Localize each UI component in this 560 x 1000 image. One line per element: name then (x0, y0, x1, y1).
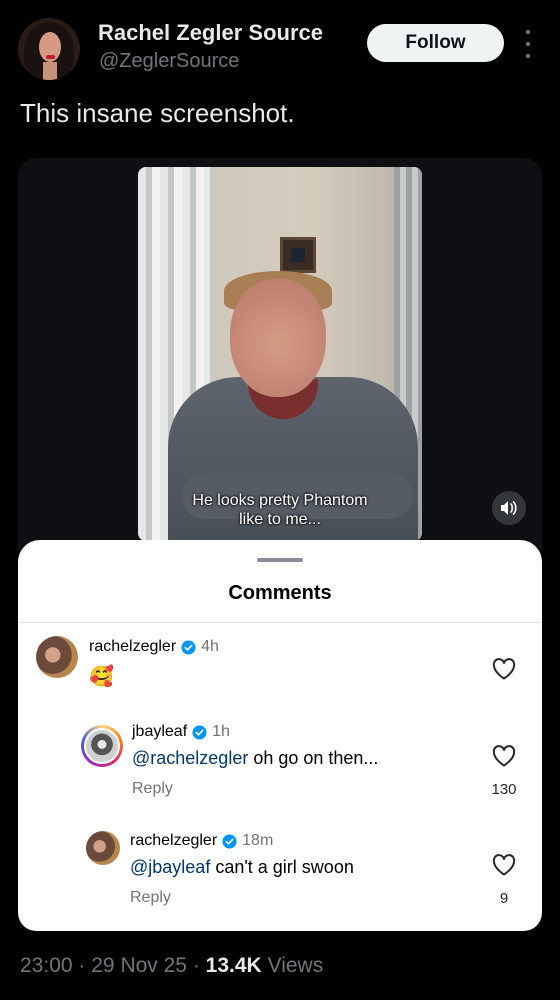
reply-button[interactable]: Reply (132, 780, 173, 798)
like-count: 130 (491, 781, 517, 798)
views-count[interactable]: 13.4K (206, 954, 262, 977)
display-name[interactable]: Rachel Zegler Source (98, 20, 323, 46)
comment-text: @jbayleaf can't a girl swoon (130, 857, 354, 877)
more-options-icon[interactable] (520, 30, 536, 58)
divider (18, 622, 542, 623)
wall-art (280, 237, 316, 273)
verified-badge-icon (192, 724, 207, 740)
like-heart-icon[interactable] (492, 854, 516, 876)
mention-link[interactable]: @jbayleaf (130, 857, 210, 877)
profile-avatar[interactable] (18, 18, 80, 80)
comment-username[interactable]: rachelzegler (130, 832, 217, 850)
like-heart-icon[interactable] (492, 745, 516, 767)
person-face (230, 279, 326, 397)
user-handle[interactable]: @ZeglerSource (99, 50, 239, 73)
commenter-avatar[interactable] (81, 725, 123, 767)
commenter-avatar[interactable] (86, 831, 120, 865)
drag-handle[interactable] (257, 558, 303, 562)
reply-button[interactable]: Reply (130, 889, 171, 907)
like-heart-icon[interactable] (492, 658, 516, 680)
follow-button[interactable]: Follow (367, 24, 504, 62)
mention-link[interactable]: @rachelzegler (132, 748, 248, 768)
comment-text: 🥰 (89, 666, 114, 688)
post-meta: 23:00 · 29 Nov 25 · 13.4K Views (20, 954, 324, 977)
comments-title: Comments (228, 582, 332, 604)
video-frame[interactable]: He looks pretty Phantom like to me... (138, 167, 422, 541)
comment-username[interactable]: rachelzegler (89, 638, 176, 656)
verified-badge-icon (181, 639, 196, 655)
post-media[interactable]: He looks pretty Phantom like to me... Co… (18, 158, 542, 931)
volume-icon[interactable] (492, 491, 526, 525)
comment-text: @rachelzegler oh go on then... (132, 748, 379, 768)
post-time[interactable]: 23:00 (20, 954, 73, 977)
post-text: This insane screenshot. (20, 98, 295, 128)
comments-sheet: Comments rachelzegler 4h 🥰 jbayleaf 1h @ (18, 540, 542, 931)
comment-time: 1h (212, 723, 230, 740)
like-count: 9 (499, 890, 509, 907)
views-label: Views (267, 954, 324, 977)
comment-time: 18m (242, 832, 274, 849)
verified-badge-icon (222, 833, 237, 849)
comment-time: 4h (201, 638, 219, 655)
commenter-avatar[interactable] (36, 636, 78, 678)
post-date[interactable]: 29 Nov 25 (91, 954, 187, 977)
comment-username[interactable]: jbayleaf (132, 723, 187, 741)
video-caption: He looks pretty Phantom like to me... (192, 492, 368, 528)
